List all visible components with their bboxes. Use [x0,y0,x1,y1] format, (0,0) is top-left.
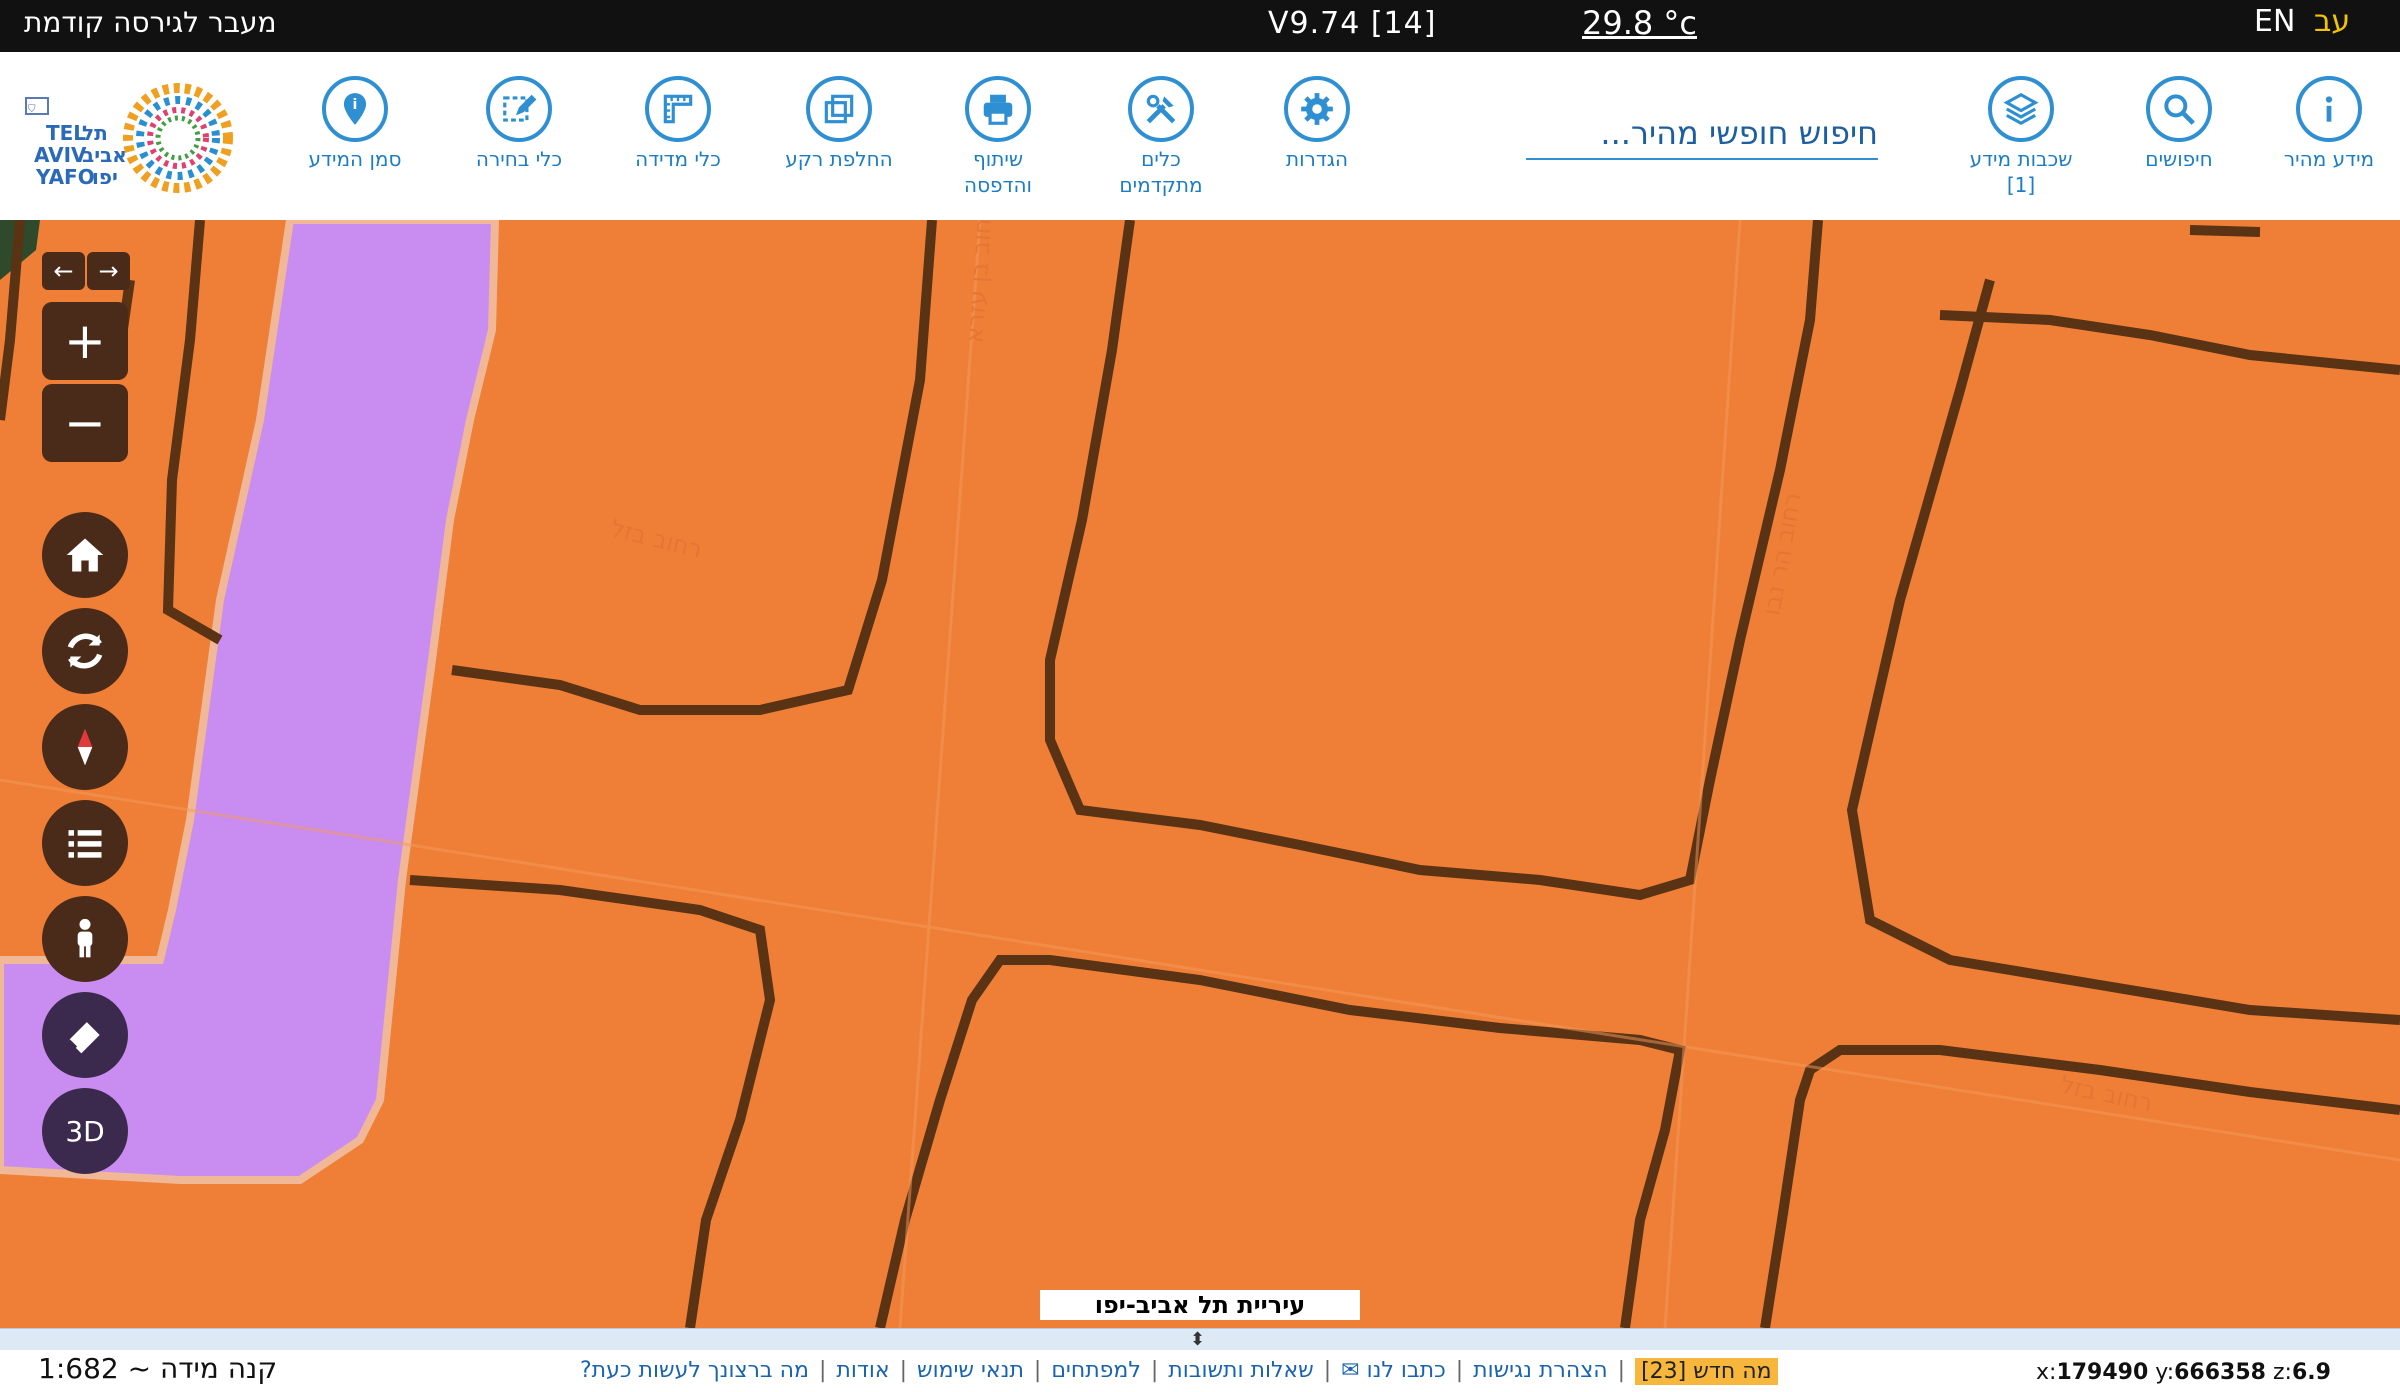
language-english[interactable]: EN [2254,4,2295,39]
separator: | [1150,1358,1159,1383]
developers-link[interactable]: למפתחים [1051,1358,1141,1385]
person-icon [77,918,93,958]
compass-button[interactable] [42,704,128,790]
terms-link[interactable]: תנאי שימוש [917,1358,1024,1385]
separator: | [1455,1358,1464,1383]
settings-gear-icon [1284,76,1350,142]
about-link[interactable]: אודות [836,1358,889,1385]
history-nav: ← → [42,252,132,292]
separator: | [1323,1358,1332,1383]
tool-label: חיפושים [2145,147,2213,171]
zoom-in-button[interactable]: + [42,302,128,380]
previous-version-link[interactable]: מעבר לגירסה קודמת [24,6,277,39]
tool-measure[interactable]: כלי מדידה [603,76,753,172]
quick-search [1526,108,1878,160]
tool-searches[interactable]: חיפושים [2104,76,2254,172]
separator: | [818,1358,827,1383]
tool-label: כלים מתקדמים [1119,147,1203,197]
search-input[interactable] [1526,108,1878,158]
legend-button[interactable] [42,800,128,886]
3d-button[interactable]: 3D [42,1088,128,1174]
top-bar: מעבר לגירסה קודמת V9.74 [14] 29.8 °c EN … [0,0,2400,52]
eraser-icon [67,1022,100,1054]
map-tiles [0,220,2400,1328]
svg-text:AVIV: AVIV [34,143,87,167]
panel-divider[interactable]: ⬍ [0,1328,2400,1352]
temperature-link[interactable]: 29.8 °c [1582,4,1697,42]
svg-text:YAFO: YAFO [35,165,95,189]
tool-share-print[interactable]: שיתוף והדפסה [923,76,1073,198]
coord-z: 6.9 [2291,1360,2331,1385]
back-arrow-icon[interactable]: ← [42,252,85,290]
svg-text:תל: תל [82,121,108,145]
tel-aviv-logo: ⛉ TEL תל AVIV אביב YAFO יפו [25,83,233,193]
street-view-button[interactable] [42,896,128,982]
svg-text:יפו: יפו [92,165,118,189]
tool-settings[interactable]: הגדרות [1242,76,1392,172]
separator: | [1033,1358,1042,1383]
separator: | [899,1358,907,1383]
svg-text:i: i [353,97,358,113]
resize-handle-icon[interactable]: ⬍ [1190,1329,1205,1350]
contact-link[interactable]: כתבו לנו ✉ [1341,1358,1446,1385]
refresh-icon [67,633,103,669]
tools-icon [1128,76,1194,142]
separator: | [1617,1358,1626,1383]
tool-label: כלי בחירה [475,147,563,171]
svg-text:⛉: ⛉ [28,104,36,115]
main-toolbar: ⛉ TEL תל AVIV אביב YAFO יפו i סמן המידע … [0,52,2400,222]
status-bar: קנה מידה ~ 1:682 מה חדש [23] | הצהרת נגי… [0,1350,2400,1392]
layers-icon [1988,76,2054,142]
scale-label: קנה מידה ~ 1:682 [38,1352,278,1385]
search-icon [2146,76,2212,142]
info-icon [2296,76,2362,142]
language-hebrew[interactable]: עב [2314,4,2350,39]
tool-advanced[interactable]: כלים מתקדמים [1086,76,1236,198]
what-to-do-link[interactable]: מה ברצונך לעשות כעת? [580,1358,809,1385]
tool-layers[interactable]: שכבות מידע [1] [1946,76,2096,198]
tool-label: כלי מדידה [635,147,721,171]
printer-icon [965,76,1031,142]
tool-label: החלפת רקע [785,147,893,171]
compass-icon [77,728,93,766]
footer-links: מה חדש [23] | הצהרת נגישות | כתבו לנו ✉ … [580,1358,1778,1385]
tool-label: הגדרות [1285,147,1349,171]
tool-label: שכבות מידע [1] [1969,147,2073,197]
zoom-out-button[interactable]: − [42,384,128,462]
accessibility-link[interactable]: הצהרת נגישות [1473,1358,1608,1385]
coord-x: 179490 [2056,1360,2149,1385]
forward-arrow-icon[interactable]: → [87,252,130,290]
list-icon [68,830,102,858]
svg-text:TEL: TEL [46,121,86,145]
tool-info-marker[interactable]: i סמן המידע [280,76,430,172]
tool-label: מידע מהיר [2283,147,2375,171]
tool-basemap[interactable]: החלפת רקע [764,76,914,172]
tool-selection[interactable]: כלי בחירה [444,76,594,172]
home-icon [66,538,104,572]
3d-label: 3D [65,1114,105,1148]
faq-link[interactable]: שאלות ותשובות [1168,1358,1313,1385]
tool-label: שיתוף והדפסה [964,147,1032,197]
whats-new-link[interactable]: מה חדש [23] [1635,1358,1778,1385]
city-label: עיריית תל אביב-יפו [1040,1290,1360,1320]
measure-ruler-icon [645,76,711,142]
refresh-button[interactable] [42,608,128,694]
basemap-icon [806,76,872,142]
home-button[interactable] [42,512,128,598]
tool-label: סמן המידע [308,147,402,171]
map-view[interactable]: רחוב בזל רחוב בזל רחוב הר נבו רחוב בן עז… [0,220,2400,1328]
version-label: V9.74 [14] [1268,6,1437,41]
eraser-button[interactable] [42,992,128,1078]
info-pin-icon: i [322,76,388,142]
tool-quick-info[interactable]: מידע מהיר [2254,76,2400,172]
svg-text:אביב: אביב [82,143,127,167]
coord-y: 666358 [2174,1360,2266,1385]
select-edit-icon [486,76,552,142]
coordinates-readout: x:179490 y:666358 z:6.9 [2036,1360,2331,1385]
